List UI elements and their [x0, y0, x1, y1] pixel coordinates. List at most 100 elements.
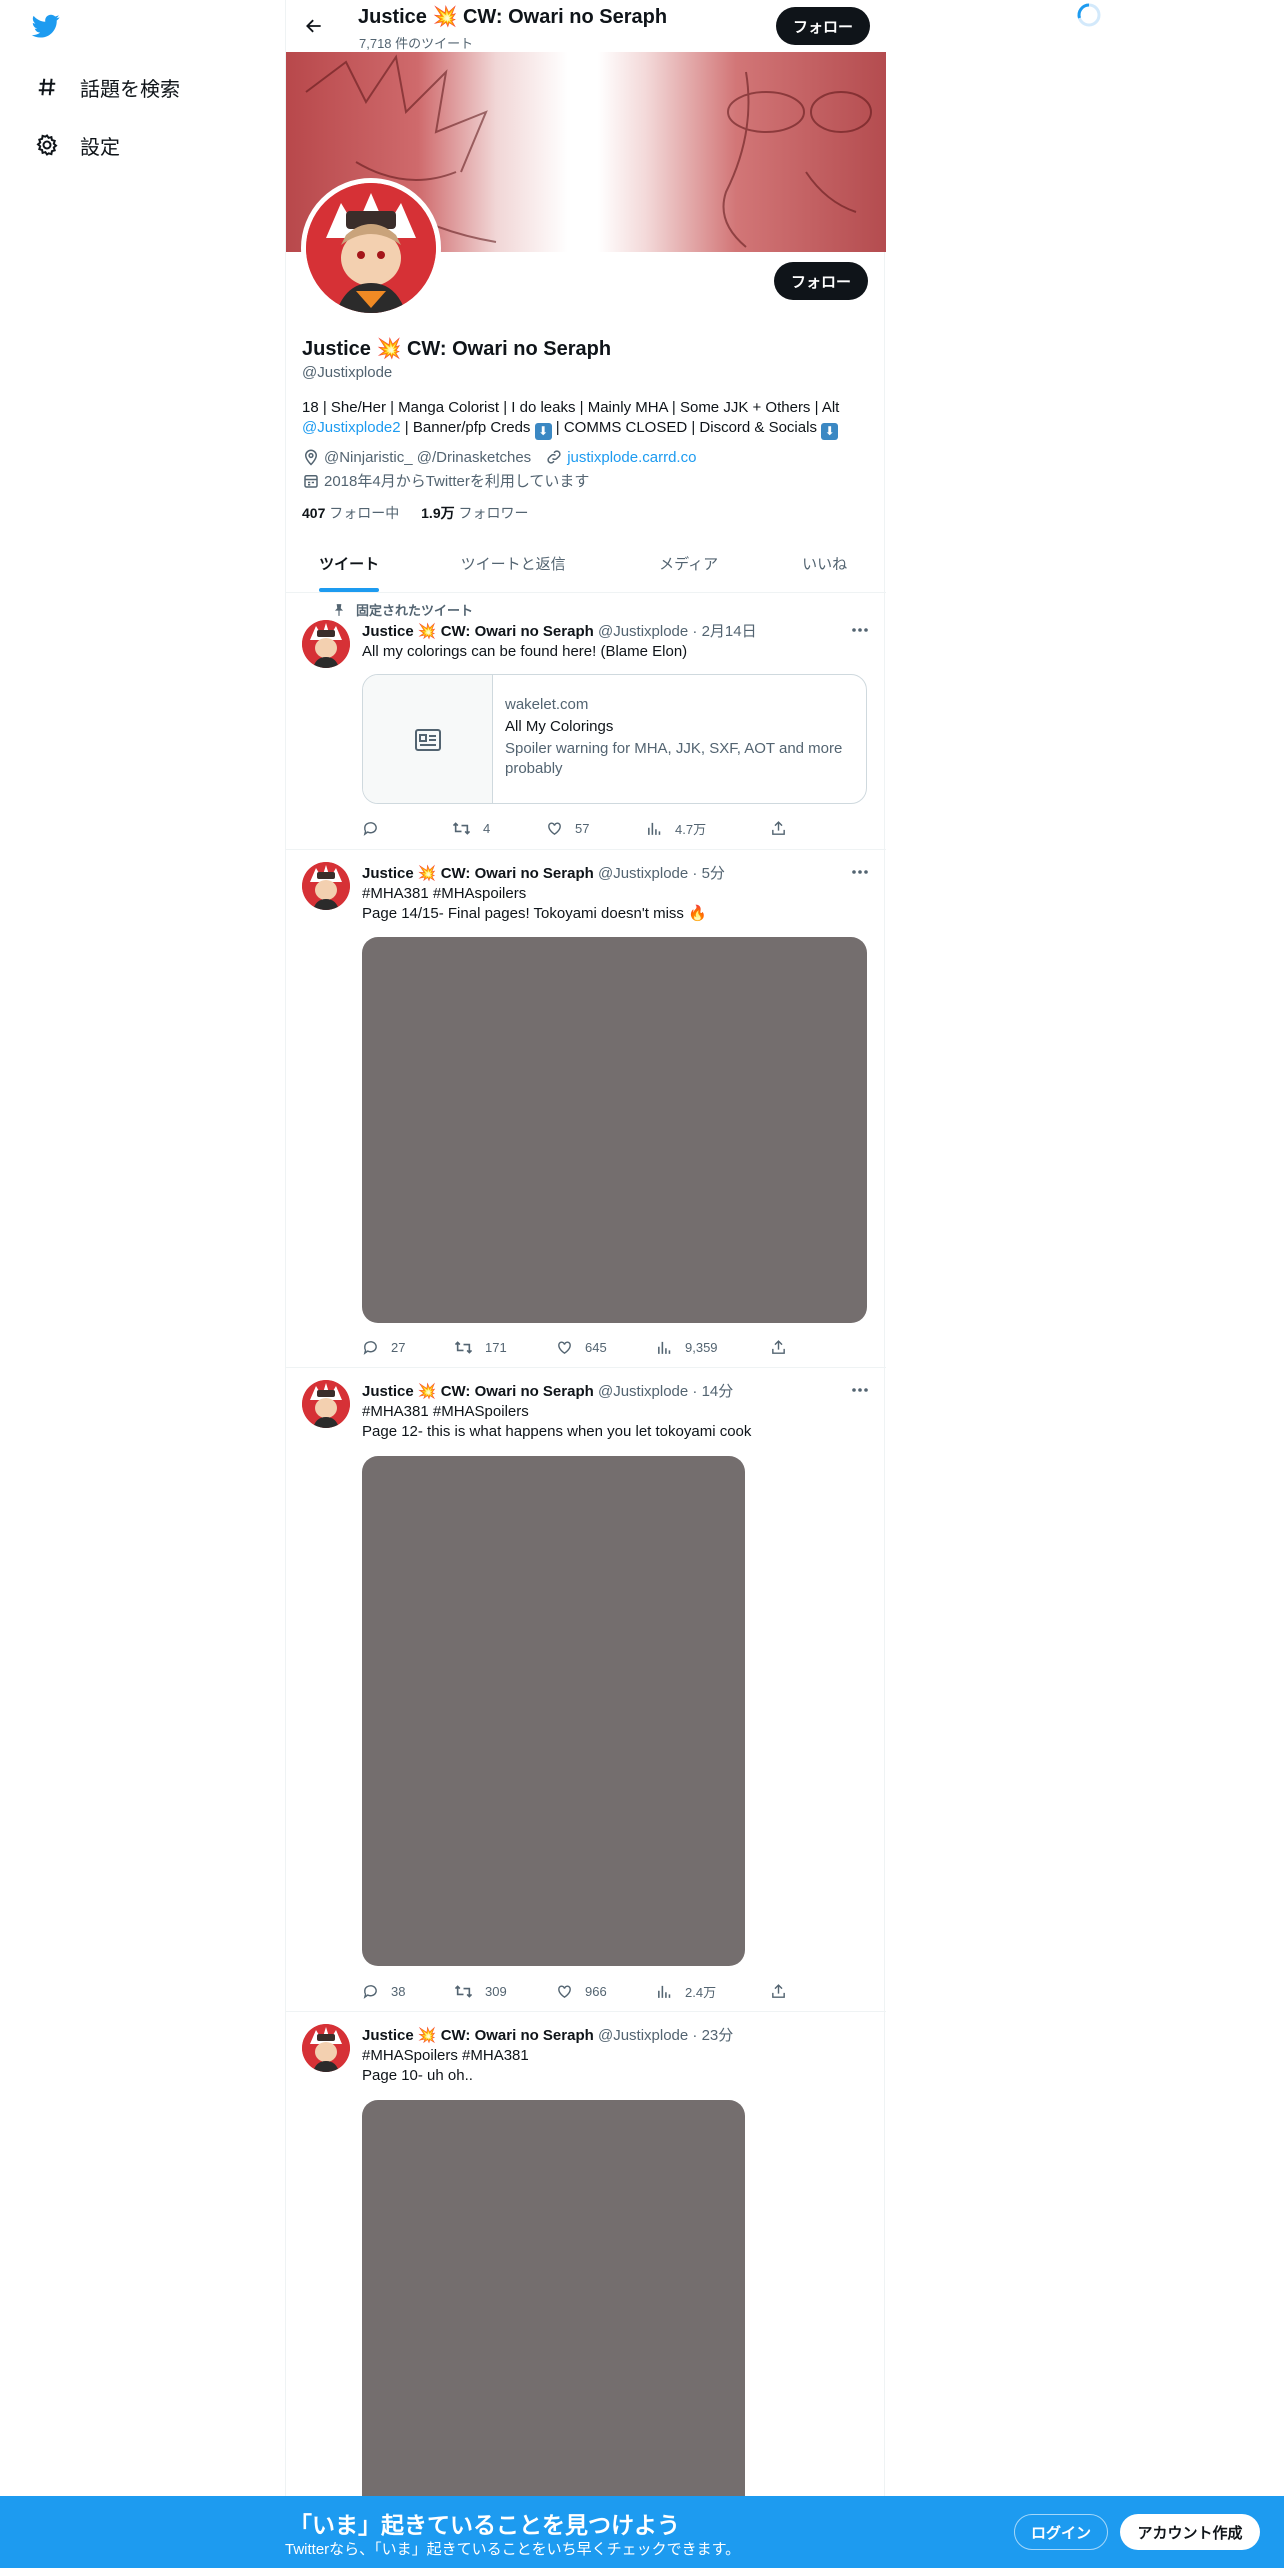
tweet-header: Justice 💥 CW: Owari no Seraph @Justixplo… [362, 2024, 733, 2045]
tab-tweets-and-replies[interactable]: ツイートと返信 [412, 535, 614, 592]
retweet-icon [454, 1984, 473, 1998]
tweet-actions: 38 309 966 2.4万 [362, 1981, 785, 2001]
profile-avatar[interactable] [301, 178, 441, 318]
tweet-author-meta[interactable]: @Justixplode · 2月14日 [594, 623, 757, 640]
nav-settings-label: 設定 [80, 136, 120, 159]
tweet-image[interactable] [362, 937, 867, 1323]
bio-alt-account-link[interactable]: @Justixplode2 [302, 419, 401, 436]
profile-header: Justice 💥 CW: Owari no Seraph 7,718 件のツイ… [286, 0, 886, 52]
views-count: 4.7万 [675, 821, 707, 837]
profile-meta-joined: 2018年4月からTwitterを利用しています [302, 470, 589, 491]
tweet-avatar[interactable] [302, 2024, 350, 2072]
profile-follow-stats: 407 フォロー中 1.9万 フォロワー [302, 503, 529, 523]
views-chart-icon [648, 822, 661, 835]
tab-tweets[interactable]: ツイート [286, 535, 412, 592]
share-button[interactable] [770, 818, 799, 838]
link-card-thumb [363, 675, 493, 803]
tweet-pinned[interactable]: 固定されたツイート Justice 💥 CW: Owari no Seraph … [286, 594, 886, 850]
heart-icon [548, 821, 561, 835]
share-button[interactable] [770, 1981, 799, 2001]
bio-text-2a: | Banner/pfp Creds [400, 419, 535, 436]
views-count: 2.4万 [685, 1984, 717, 2000]
profile-follow-button[interactable]: フォロー [774, 262, 868, 300]
retweet-button[interactable]: 4 [452, 818, 490, 838]
share-icon [772, 1339, 785, 1354]
like-count: 966 [585, 1983, 607, 1999]
tweet-text: Page 10- uh oh.. [362, 2067, 473, 2084]
share-button[interactable] [770, 1337, 799, 1357]
tweet-avatar[interactable] [302, 620, 350, 668]
share-icon [772, 820, 785, 835]
tweet-author-name[interactable]: Justice 💥 CW: Owari no Seraph [362, 623, 594, 640]
header-follow-button[interactable]: フォロー [776, 7, 870, 45]
bio-text-2b: | COMMS CLOSED | Discord & Socials [551, 419, 822, 436]
profile-handle: @Justixplode [302, 364, 393, 381]
retweet-icon [452, 821, 471, 835]
login-button[interactable]: ログイン [1014, 2514, 1108, 2550]
followers-stat[interactable]: 1.9万 フォロワー [421, 505, 528, 521]
reply-icon [363, 821, 377, 836]
tweet-header: Justice 💥 CW: Owari no Seraph @Justixplo… [362, 862, 725, 883]
retweet-icon [454, 1340, 473, 1354]
views-button[interactable]: 2.4万 [656, 1981, 716, 2001]
down-arrow-emoji-icon-2: ⬇ [821, 423, 839, 440]
retweet-count: 171 [485, 1339, 507, 1355]
location-pin-icon [302, 448, 320, 466]
like-button[interactable]: 966 [556, 1981, 607, 2001]
tweet-author-name[interactable]: Justice 💥 CW: Owari no Seraph [362, 865, 594, 882]
tab-media[interactable]: メディア [614, 535, 763, 592]
create-account-button[interactable]: アカウント作成 [1120, 2514, 1260, 2550]
retweet-button[interactable]: 309 [454, 1981, 507, 2001]
nav-explore[interactable]: 話題を検索 [34, 67, 180, 107]
following-label: フォロー中 [325, 505, 400, 521]
following-stat[interactable]: 407 フォロー中 [302, 505, 399, 521]
tweet-avatar[interactable] [302, 862, 350, 910]
tweet-hashtags[interactable]: #MHA381 #MHASpoilers [362, 1402, 529, 1422]
tweet-author-name[interactable]: Justice 💥 CW: Owari no Seraph [362, 2027, 594, 2044]
tweet-hashtags[interactable]: #MHA381 #MHAspoilers [362, 884, 526, 904]
signup-prompt-title: 「いま」起きていることを見つけよう [289, 2512, 680, 2538]
link-card-domain: wakelet.com [505, 696, 589, 713]
reply-count: 27 [391, 1339, 406, 1355]
more-options-icon[interactable] [850, 620, 870, 640]
link-icon [545, 448, 563, 466]
tweet-author-meta[interactable]: @Justixplode · 23分 [594, 2027, 733, 2044]
tweet-3[interactable]: Justice 💥 CW: Owari no Seraph @Justixplo… [286, 1368, 886, 2012]
header-title: Justice 💥 CW: Owari no Seraph [358, 6, 668, 28]
back-arrow-icon[interactable] [300, 12, 328, 40]
profile-joined-date: 2018年4月からTwitterを利用しています [324, 473, 590, 490]
tweet-hashtags[interactable]: #MHASpoilers #MHA381 [362, 2046, 529, 2066]
profile-website-link[interactable]: justixplode.carrd.co [567, 449, 696, 466]
tweet-4[interactable]: Justice 💥 CW: Owari no Seraph @Justixplo… [286, 2012, 886, 2568]
profile-location: @Ninjaristic_ @/Drinasketches [324, 448, 532, 466]
pin-icon [334, 603, 344, 616]
tweet-author-name[interactable]: Justice 💥 CW: Owari no Seraph [362, 1383, 594, 1400]
link-card[interactable]: wakelet.com All My Colorings Spoiler war… [362, 674, 867, 804]
views-button[interactable]: 9,359 [656, 1337, 718, 1357]
retweet-count: 4 [483, 820, 491, 836]
tweet-2[interactable]: Justice 💥 CW: Owari no Seraph @Justixplo… [286, 850, 886, 1368]
tweet-image[interactable] [362, 1456, 745, 1966]
like-button[interactable]: 57 [546, 818, 589, 838]
tweet-avatar[interactable] [302, 1380, 350, 1428]
more-options-icon[interactable] [850, 862, 870, 882]
reply-button[interactable] [362, 818, 391, 838]
left-navigation: 話題を検索 設定 [0, 0, 285, 2568]
reply-button[interactable]: 38 [362, 1981, 405, 2001]
tweet-author-meta[interactable]: @Justixplode · 14分 [594, 1383, 733, 1400]
views-button[interactable]: 4.7万 [646, 818, 706, 838]
link-card-body: wakelet.com All My Colorings Spoiler war… [505, 695, 855, 779]
profile-name: Justice 💥 CW: Owari no Seraph [302, 338, 612, 360]
tweet-author-meta[interactable]: @Justixplode · 5分 [594, 865, 725, 882]
views-count: 9,359 [685, 1339, 718, 1355]
heart-icon [558, 1984, 571, 1998]
nav-settings[interactable]: 設定 [34, 125, 120, 165]
twitter-logo-icon[interactable] [30, 12, 66, 44]
tweet-header: Justice 💥 CW: Owari no Seraph @Justixplo… [362, 620, 757, 641]
retweet-button[interactable]: 171 [454, 1337, 507, 1357]
more-options-icon[interactable] [850, 1380, 870, 1400]
article-icon [414, 729, 441, 751]
tab-likes[interactable]: いいね [763, 535, 886, 592]
like-button[interactable]: 645 [556, 1337, 607, 1357]
reply-button[interactable]: 27 [362, 1337, 405, 1357]
